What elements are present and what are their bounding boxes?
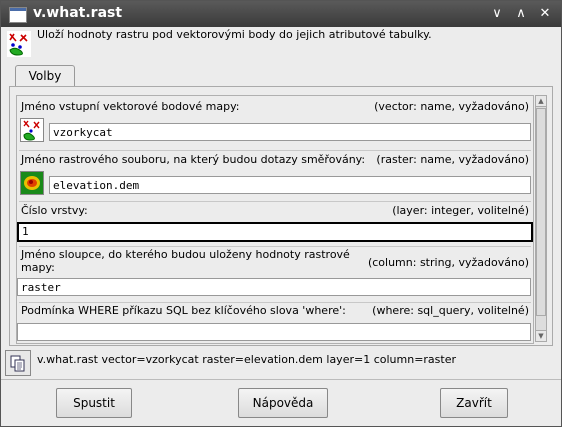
divider <box>1 379 561 380</box>
select-vector-button[interactable] <box>20 118 44 142</box>
layer-hint: (layer: integer, volitelné) <box>392 204 529 217</box>
minimize-button[interactable]: ∨ <box>489 6 505 22</box>
layer-label: Číslo vrstvy: <box>21 204 88 217</box>
raster-input-label: Jméno rastrového souboru, na který budou… <box>21 153 366 166</box>
help-button[interactable]: Nápověda <box>238 388 328 418</box>
where-hint: (where: sql_query, volitelné) <box>372 304 529 317</box>
column-field[interactable]: raster <box>17 278 531 296</box>
vector-module-icon <box>7 31 31 57</box>
options-scroll-area: Jméno vstupní vektorové bodové mapy: (ve… <box>16 95 534 344</box>
module-description: Uloží hodnoty rastru pod vektorovými bod… <box>37 28 432 41</box>
column-label-line1: Jméno sloupce, do kterého budou uloženy … <box>21 248 350 261</box>
vertical-scrollbar[interactable]: ▲ ▼ <box>535 95 547 342</box>
close-window-button[interactable]: ✕ <box>537 6 553 22</box>
window-title: v.what.rast <box>33 5 123 21</box>
scrollbar-thumb[interactable] <box>536 108 546 316</box>
copy-command-button[interactable] <box>5 350 31 376</box>
divider <box>19 201 531 202</box>
options-panel: Jméno vstupní vektorové bodové mapy: (ve… <box>9 86 553 346</box>
command-preview: v.what.rast vector=vzorkycat raster=elev… <box>37 353 457 366</box>
scroll-up-arrow-icon[interactable]: ▲ <box>536 96 546 107</box>
column-label-line2: mapy: <box>21 261 55 274</box>
maximize-button[interactable]: ∧ <box>513 6 529 22</box>
raster-input-hint: (raster: name, vyžadováno) <box>376 153 529 166</box>
scroll-down-arrow-icon[interactable]: ▼ <box>536 330 546 341</box>
vector-input-label: Jméno vstupní vektorové bodové mapy: <box>21 100 240 113</box>
raster-map-icon <box>21 172 43 194</box>
vector-input-field[interactable]: vzorkycat <box>49 123 531 141</box>
tab-volby[interactable]: Volby <box>15 65 75 88</box>
vector-map-icon <box>21 119 43 141</box>
raster-input-field[interactable]: elevation.dem <box>49 176 531 194</box>
layer-field[interactable]: 1 <box>17 222 533 242</box>
where-label: Podmínka WHERE příkazu SQL bez klíčového… <box>21 304 346 317</box>
vector-input-hint: (vector: name, vyžadováno) <box>374 100 529 113</box>
divider <box>19 246 531 247</box>
close-button[interactable]: Zavřít <box>440 388 508 418</box>
divider <box>19 150 531 151</box>
window-icon <box>9 7 27 23</box>
titlebar: v.what.rast ∨ ∧ ✕ <box>1 1 561 27</box>
run-button[interactable]: Spustit <box>56 388 132 418</box>
column-hint: (column: string, vyžadováno) <box>367 256 529 269</box>
module-dialog: v.what.rast ∨ ∧ ✕ Uloží hodnoty rastru p… <box>0 0 562 427</box>
select-raster-button[interactable] <box>20 171 44 195</box>
where-field[interactable] <box>17 323 531 341</box>
divider <box>19 302 531 303</box>
copy-icon <box>10 355 25 372</box>
